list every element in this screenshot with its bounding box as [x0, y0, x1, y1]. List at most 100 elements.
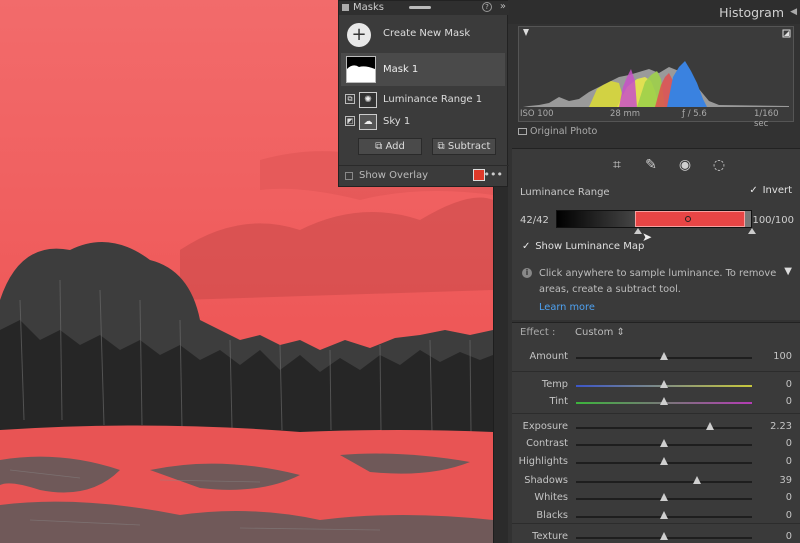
create-new-mask-button[interactable]: Create New Mask [383, 28, 470, 39]
highlights-slider-row: Highlights 0 [512, 455, 800, 471]
show-overlay-label: Show Overlay [359, 170, 429, 181]
drag-handle[interactable] [409, 6, 431, 9]
slider-value[interactable]: 0 [786, 456, 792, 467]
panel-square-icon [342, 4, 349, 11]
right-panel: Histogram ◀ ISO 100 28 mm ƒ / 5.6 1/160 … [508, 0, 800, 543]
shadows-slider-track[interactable] [576, 481, 752, 483]
slider-label: Exposure [522, 421, 568, 432]
slider-label: Highlights [518, 456, 568, 467]
learn-more-link[interactable]: Learn more [539, 302, 595, 313]
slider-value[interactable]: 0 [786, 379, 792, 390]
slider-value[interactable]: 39 [780, 475, 792, 486]
subtract-label: Subtract [447, 141, 491, 152]
more-options-icon[interactable]: ••• [484, 168, 503, 181]
check-icon: ✓ [522, 241, 531, 252]
healing-icon[interactable]: ✎ [642, 156, 660, 174]
exposure-slider-track[interactable] [576, 427, 752, 429]
tint-slider-row: Tint 0 [512, 395, 800, 411]
effect-preset-value: Custom [575, 327, 614, 338]
luminance-selection[interactable] [635, 211, 745, 227]
amount-slider-thumb[interactable] [660, 352, 668, 360]
info-icon: i [522, 268, 532, 278]
contrast-slider-row: Contrast 0 [512, 437, 800, 453]
sky-icon: ☁ [359, 114, 377, 130]
mask-1-label: Mask 1 [383, 64, 419, 75]
luminance-icon: ✺ [359, 92, 377, 108]
create-mask-plus-icon[interactable]: + [347, 23, 371, 47]
info-text: Click anywhere to sample luminance. To r… [539, 268, 777, 295]
shadows-slider-row: Shadows 39 [512, 474, 800, 490]
histogram-header[interactable]: Histogram ◀ [508, 0, 800, 24]
add-button[interactable]: ⧉ Add [358, 138, 422, 155]
slider-label: Temp [541, 379, 568, 390]
original-photo-toggle[interactable]: Original Photo [518, 126, 597, 137]
slider-label: Shadows [524, 475, 568, 486]
tint-slider-thumb[interactable] [660, 397, 668, 405]
amount-slider-row: Amount 100 [512, 350, 800, 366]
range-center-handle[interactable] [685, 216, 692, 222]
slider-value[interactable]: 0 [786, 438, 792, 449]
exposure-slider-thumb[interactable] [705, 422, 714, 430]
expand-caret-icon[interactable]: ▼ [784, 266, 792, 277]
effect-preset-dropdown[interactable]: Custom ⇕ [575, 327, 625, 338]
collapse-triangle-icon[interactable]: ◀ [790, 7, 797, 17]
slider-value[interactable]: 2.23 [770, 421, 792, 432]
histogram-title: Histogram [719, 5, 784, 20]
mask-1-item[interactable]: Mask 1 [341, 53, 505, 86]
slider-value[interactable]: 0 [786, 531, 792, 542]
subtract-mask-icon: ⧉ [437, 141, 445, 152]
shadow-clip-icon[interactable] [523, 29, 529, 36]
luminance-range-panel: Luminance Range ✓ Invert 42/42 100/100 ➤… [512, 180, 800, 320]
masks-panel: Masks ? » + Create New Mask Mask 1 ⧉ ✺ L… [338, 0, 509, 187]
slider-value[interactable]: 0 [786, 396, 792, 407]
invert-checkbox[interactable]: ✓ Invert [749, 185, 792, 196]
original-photo-checkbox[interactable] [518, 128, 527, 135]
slider-label: Whites [534, 492, 568, 503]
highlights-slider-thumb[interactable] [660, 457, 668, 465]
masks-header[interactable]: Masks ? » [339, 1, 509, 15]
focal-length: 28 mm [610, 109, 641, 119]
masking-icon[interactable]: ◌ [710, 156, 728, 174]
section-separator [512, 413, 800, 414]
blacks-slider-thumb[interactable] [660, 511, 668, 519]
mask-1-thumbnail [346, 56, 376, 83]
slider-value[interactable]: 0 [786, 492, 792, 503]
contrast-slider-thumb[interactable] [660, 439, 668, 447]
add-mask-icon: ⧉ [375, 141, 383, 152]
dropdown-arrows-icon: ⇕ [616, 327, 625, 338]
iso-value: ISO 100 [520, 109, 554, 119]
texture-slider-thumb[interactable] [660, 532, 668, 540]
luminance-right-value: 100/100 [752, 215, 794, 226]
show-overlay-checkbox[interactable] [345, 172, 353, 180]
component-mode-icon[interactable]: ⧉ [345, 94, 355, 104]
component-sky[interactable]: ◩ ☁ Sky 1 [341, 112, 505, 132]
slider-label: Contrast [526, 438, 568, 449]
show-map-label: Show Luminance Map [535, 241, 645, 252]
show-luminance-map-checkbox[interactable]: ✓ Show Luminance Map [522, 241, 644, 252]
component-luminance-range[interactable]: ⧉ ✺ Luminance Range 1 [341, 90, 505, 110]
slider-label: Amount [529, 351, 569, 362]
effect-label: Effect : [520, 327, 556, 338]
help-icon[interactable]: ? [482, 2, 492, 12]
subtract-button[interactable]: ⧉ Subtract [432, 138, 496, 155]
invert-label: Invert [762, 185, 792, 196]
crop-icon[interactable]: ⌗ [608, 156, 626, 174]
component-mode-icon[interactable]: ◩ [345, 116, 355, 126]
add-label: Add [385, 141, 405, 152]
temp-slider-thumb[interactable] [660, 380, 668, 388]
luminance-title: Luminance Range [520, 187, 610, 198]
luminance-range-bar[interactable] [556, 210, 752, 228]
camera-info: ISO 100 28 mm ƒ / 5.6 1/160 sec [518, 108, 794, 129]
shutter-speed: 1/160 sec [754, 109, 779, 129]
slider-value[interactable]: 100 [773, 351, 792, 362]
red-eye-icon[interactable]: ◉ [676, 156, 694, 174]
range-end-handle[interactable] [748, 228, 756, 234]
collapse-icon[interactable]: » [500, 1, 506, 12]
tool-strip: ⌗ ✎ ◉ ◌ [512, 148, 800, 180]
slider-label: Texture [532, 531, 568, 542]
whites-slider-thumb[interactable] [660, 493, 668, 501]
luminance-left-value: 42/42 [520, 215, 549, 226]
shadows-slider-thumb[interactable] [693, 476, 702, 484]
slider-value[interactable]: 0 [786, 510, 792, 521]
masks-title: Masks [353, 2, 384, 13]
